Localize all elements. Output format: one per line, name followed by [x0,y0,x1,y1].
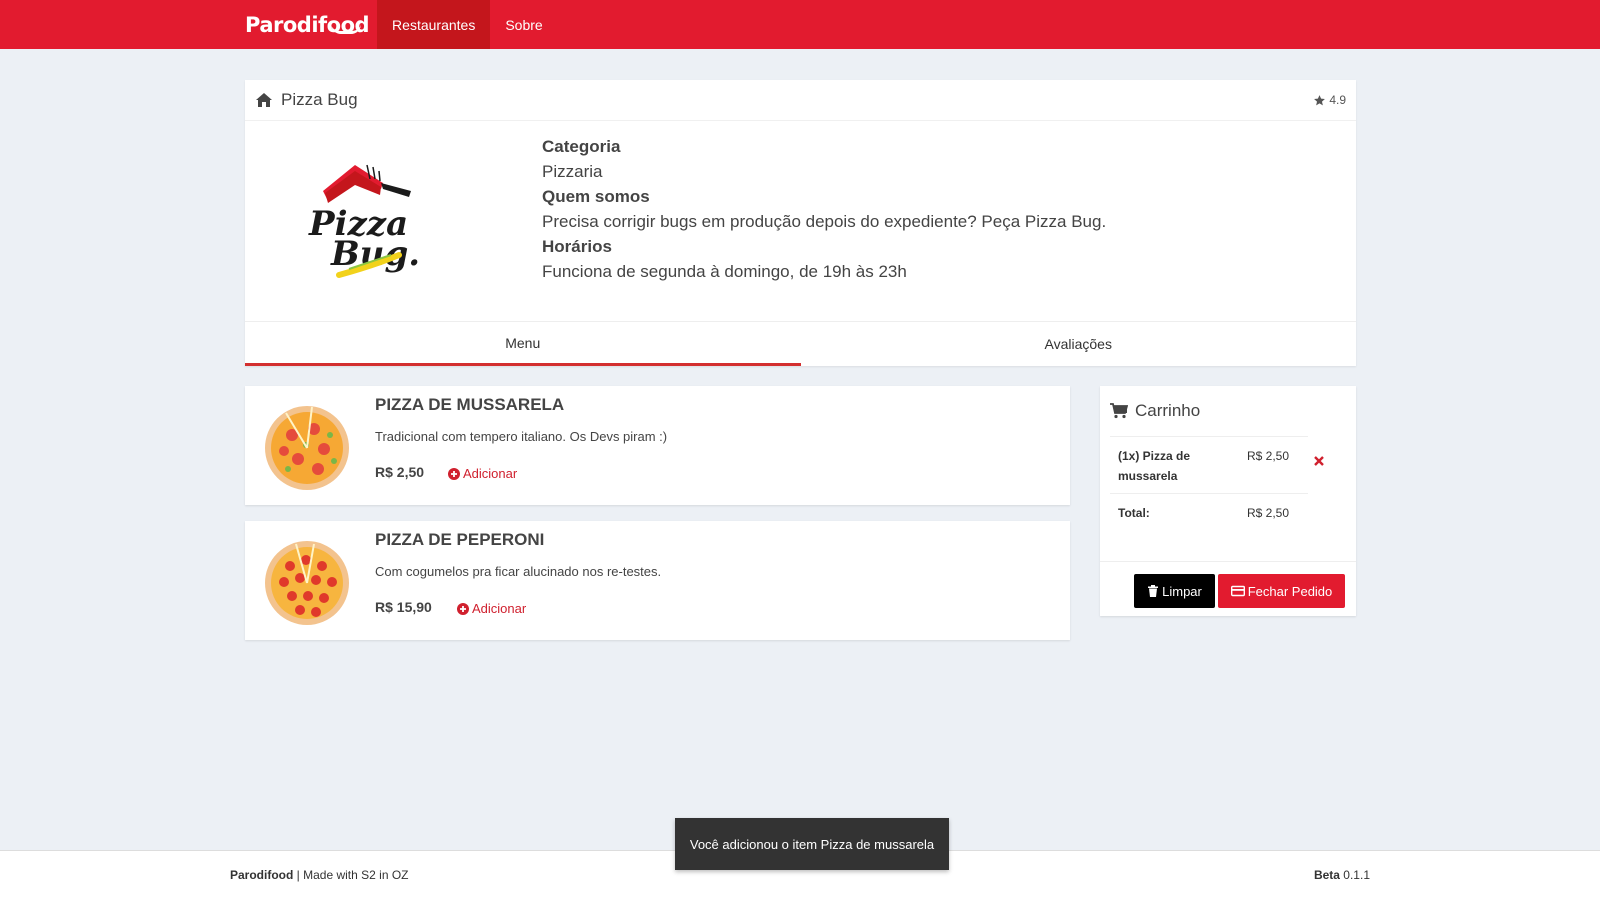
cart-panel: Carrinho (1x) Pizza de mussarela R$ 2,50… [1100,386,1356,616]
about-value: Precisa corrigir bugs em produção depois… [542,212,1107,231]
restaurant-body: Pizza Bug. Categoria Pizzaria Quem somos… [245,121,1356,321]
item-name: PIZZA DE PEPERONI [375,530,545,549]
item-name: PIZZA DE MUSSARELA [375,395,565,414]
credit-card-icon [1230,585,1245,597]
cart-row: (1x) Pizza de mussarela R$ 2,50 [1110,437,1308,494]
plus-circle-icon [448,467,460,480]
cart-footer: Limpar Fechar Pedido [1100,561,1356,616]
restaurant-name: Pizza Bug [281,90,358,109]
plus-circle-icon [457,602,469,615]
restaurant-info: Categoria Pizzaria Quem somos Precisa co… [542,134,1106,284]
nav-link-sobre[interactable]: Sobre [490,0,557,49]
logo-text-bug: Bug. [330,234,420,274]
restaurant-panel: Pizza Bug 4.9 Pizza Bug. Categoria Pizza… [245,80,1356,366]
nav-link-restaurantes[interactable]: Restaurantes [377,0,491,49]
rating-value: 4.9 [1329,93,1346,107]
shopping-cart-icon [1110,403,1128,419]
cart-total-row: Total: R$ 2,50 [1110,494,1308,530]
clear-cart-label: Limpar [1162,583,1202,599]
toast-message: Você adicionou o item Pizza de mussarela [689,836,935,852]
footer-brand: Parodifood [230,868,294,882]
checkout-button[interactable]: Fechar Pedido [1218,574,1345,608]
hours-value: Funciona de segunda à domingo, de 19h às… [542,262,907,281]
category-value: Pizzaria [542,162,603,181]
hours-label: Horários [542,237,612,256]
add-button-label: Adicionar [472,601,527,616]
brand-logo[interactable]: Parodifood [245,0,377,49]
navbar-inner: Parodifood Restaurantes Sobre [245,0,558,49]
remove-item-icon[interactable] [1314,456,1324,466]
cart-table: (1x) Pizza de mussarela R$ 2,50 Total: R… [1110,436,1308,530]
pizza-peperoni-image [265,541,349,625]
item-description: Tradicional com tempero italiano. Os Dev… [375,429,668,444]
top-navbar: Parodifood Restaurantes Sobre [0,0,1600,49]
menu-item-peperoni: PIZZA DE PEPERONI Com cogumelos pra fica… [245,521,1070,640]
add-button[interactable]: Adicionar [457,601,526,616]
cart-item-price: R$ 2,50 [1247,449,1290,463]
pizza-mussarela-image [265,406,349,490]
restaurant-rating: 4.9 [1313,93,1346,107]
add-button-label: Adicionar [463,466,518,481]
cart-item-label: (1x) Pizza de mussarela [1118,449,1191,483]
footer-right: Beta 0.1.1 [1314,868,1370,882]
clear-cart-button[interactable]: Limpar [1134,574,1215,608]
item-price: R$ 2,50 [375,464,425,480]
tab-menu[interactable]: Menu [245,322,801,366]
footer-version: 0.1.1 [1343,868,1370,882]
pizza-bug-logo: Pizza Bug. [308,164,420,278]
star-icon [1314,94,1326,105]
about-label: Quem somos [542,187,650,206]
item-description: Com cogumelos pra ficar alucinado nos re… [375,564,662,579]
category-label: Categoria [542,137,621,156]
tab-avaliacoes[interactable]: Avaliações [801,322,1357,366]
cart-header: Carrinho [1100,386,1356,436]
restaurant-tabs: Menu Avaliações [245,321,1356,366]
item-price: R$ 15,90 [375,599,432,615]
cart-total-label: Total: [1118,506,1150,520]
toast-notification: Você adicionou o item Pizza de mussarela [675,818,949,870]
cart-total-value: R$ 2,50 [1247,506,1290,520]
footer-made-with: | Made with S2 in OZ [296,868,409,882]
menu-item-mussarela: PIZZA DE MUSSARELA Tradicional com tempe… [245,386,1070,505]
cart-title: Carrinho [1135,401,1201,420]
restaurant-header: Pizza Bug 4.9 [245,80,1356,121]
home-icon [256,93,272,107]
add-button[interactable]: Adicionar [448,466,517,481]
checkout-label: Fechar Pedido [1247,583,1333,599]
trash-icon [1148,585,1159,597]
footer-left: Parodifood | Made with S2 in OZ [230,868,409,882]
footer-beta-label: Beta [1313,868,1340,882]
